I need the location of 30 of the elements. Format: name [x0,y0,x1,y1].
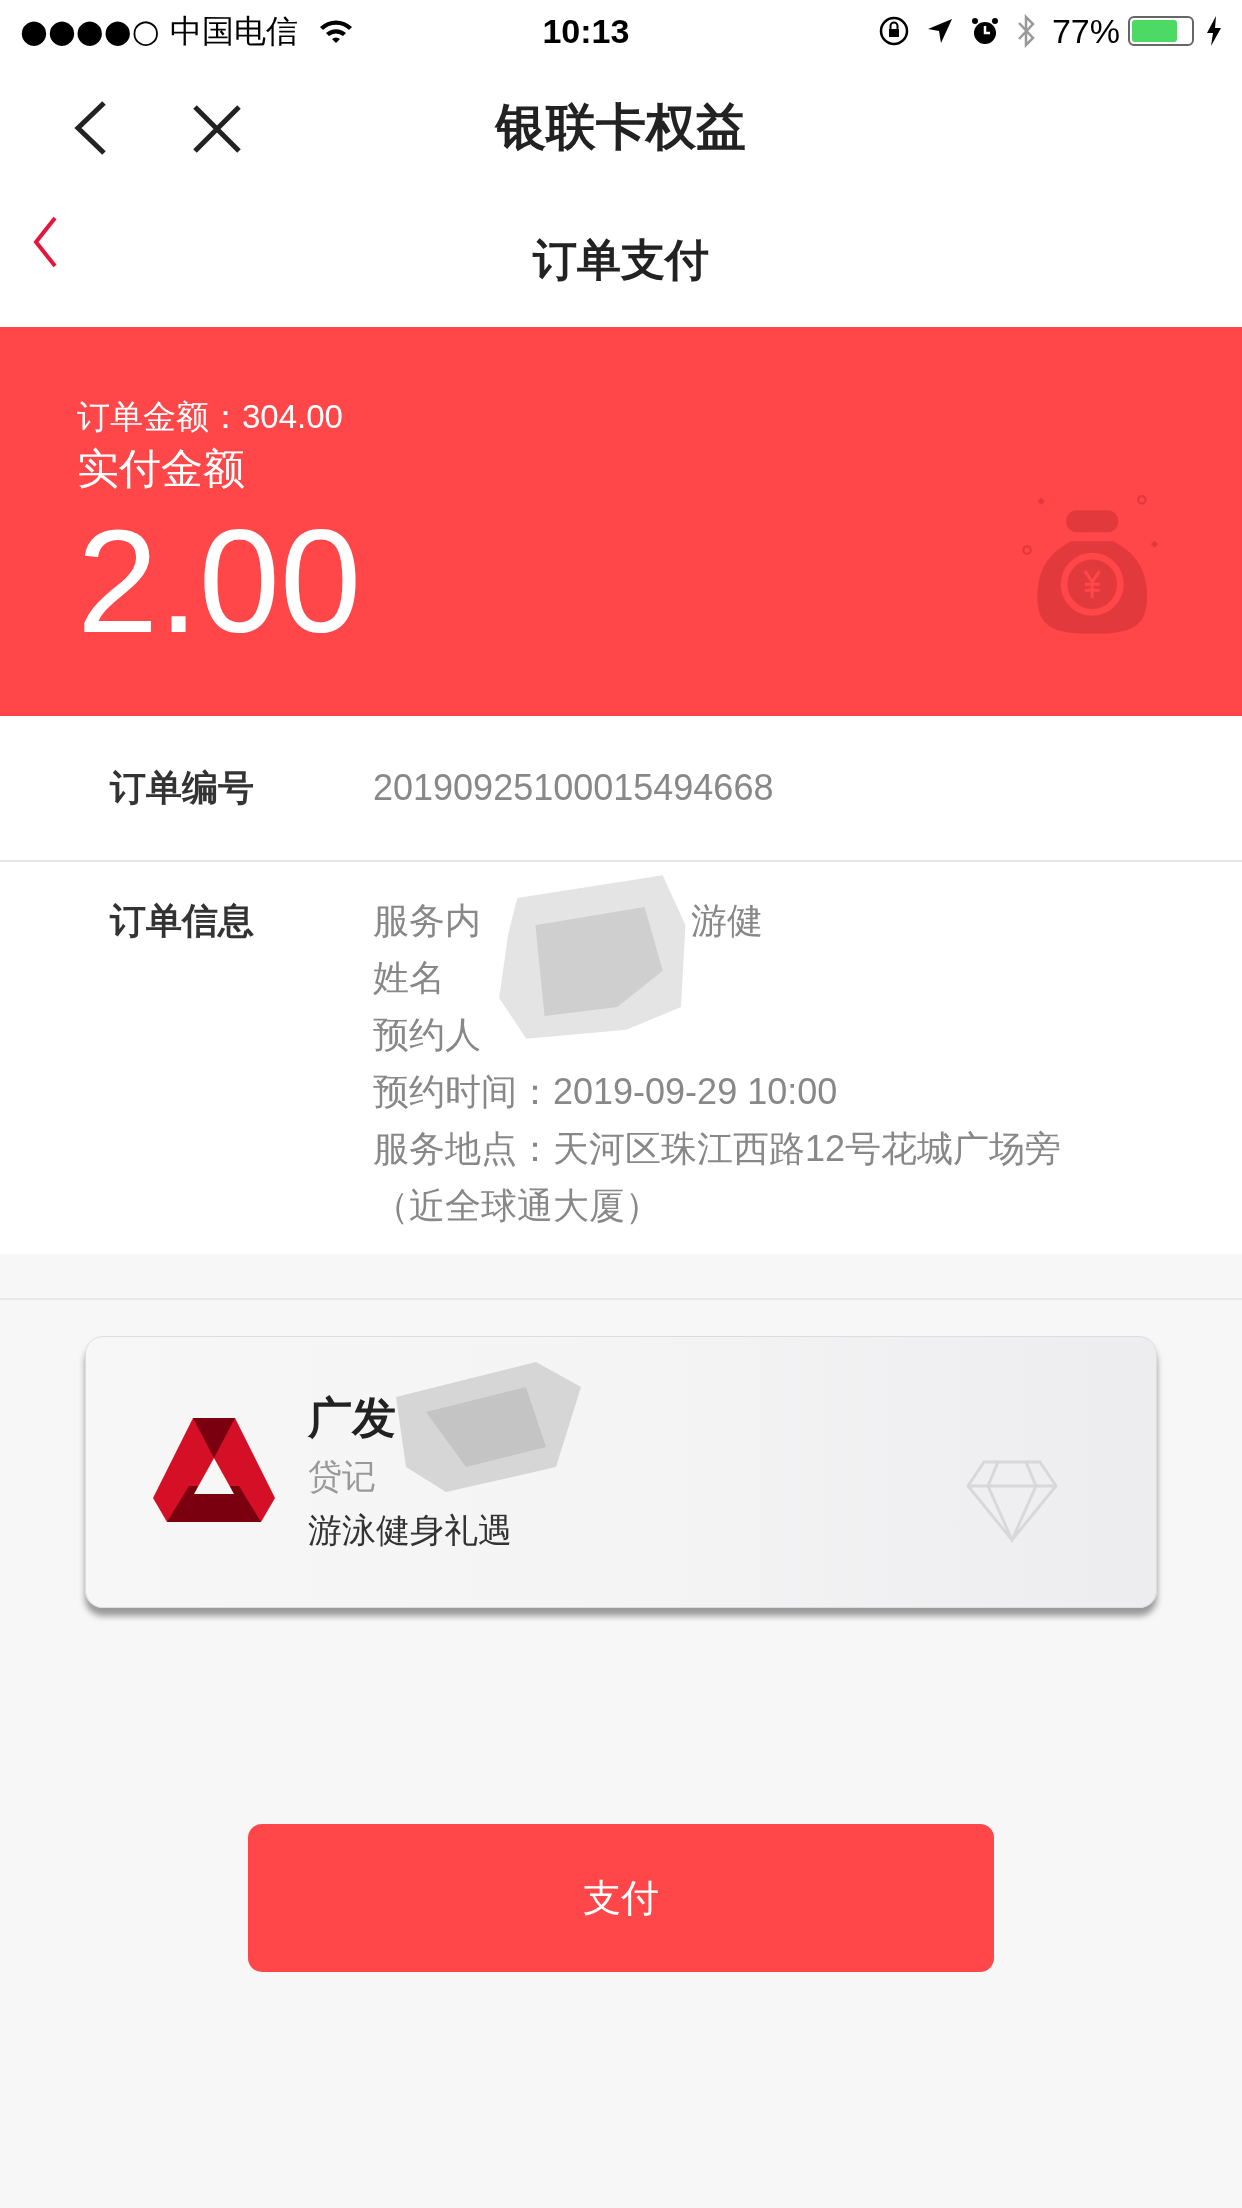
carrier: ●●●●○ 中国电信 [20,11,298,52]
card-benefit: 游泳健身礼遇 [308,1510,512,1551]
order-info-text: 服务内 [373,898,481,943]
order-number-label: 订单编号 [110,766,255,810]
charging-icon [1206,16,1222,46]
back-icon[interactable] [72,100,108,156]
page-title: 订单支付 [533,233,709,286]
rotation-lock-icon [877,15,910,47]
order-info-text: 预约人 [373,1012,481,1057]
order-amount: 订单金额：304.00 [77,397,344,437]
bluetooth-icon [1015,14,1036,48]
order-info-text: 服务地点：天河区珠江西路12号花城广场旁 [373,1126,1062,1171]
clock: 10:13 [542,10,630,52]
order-info-text: 姓名 [373,955,445,1000]
nav-title: 银联卡权益 [496,97,746,157]
close-icon[interactable] [192,104,242,154]
paid-amount: 2.00 [77,507,362,657]
diamond-icon [966,1459,1058,1543]
card-type: 贷记 [308,1456,377,1497]
card-bank-name: 广发 [308,1392,397,1444]
order-info-text: （近全球通大厦） [373,1183,661,1228]
paid-label: 实付金额 [77,444,246,494]
order-info-label: 订单信息 [110,899,255,943]
order-info-text: 游健 [691,898,763,943]
order-info-text: 预约时间：2019-09-29 10:00 [373,1069,838,1114]
pay-button[interactable]: 支付 [248,1824,994,1972]
battery-icon [1128,16,1194,46]
alarm-icon [969,16,1000,46]
battery-percent: 77% [1051,10,1120,52]
order-number-value: 20190925100015494668 [373,766,774,810]
